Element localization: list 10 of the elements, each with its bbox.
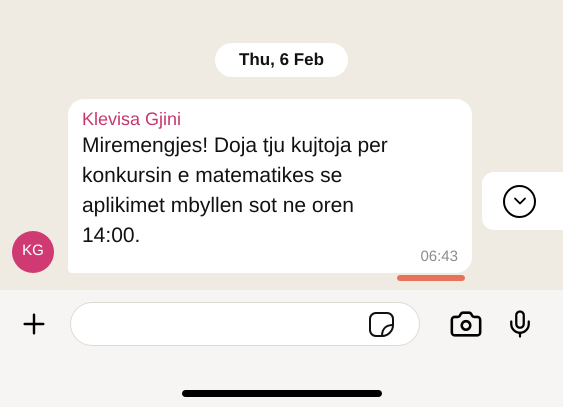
sender-name: Klevisa Gjini: [82, 108, 182, 130]
chevron-down-icon: [503, 184, 536, 218]
scroll-down-button[interactable]: [482, 172, 563, 230]
message-text: Miremengjes! Doja tju kujtoja per konkursin e matematikes se aplikimet mbyllen sot ne oren 14:00.: [82, 132, 389, 248]
date-separator: Thu, 6 Feb: [215, 43, 348, 76]
avatar: KG: [12, 230, 54, 272]
underline-mark: [397, 274, 465, 280]
sticker-icon[interactable]: [368, 310, 395, 338]
message-input[interactable]: [70, 302, 420, 346]
message-time: 06:43: [420, 246, 458, 266]
